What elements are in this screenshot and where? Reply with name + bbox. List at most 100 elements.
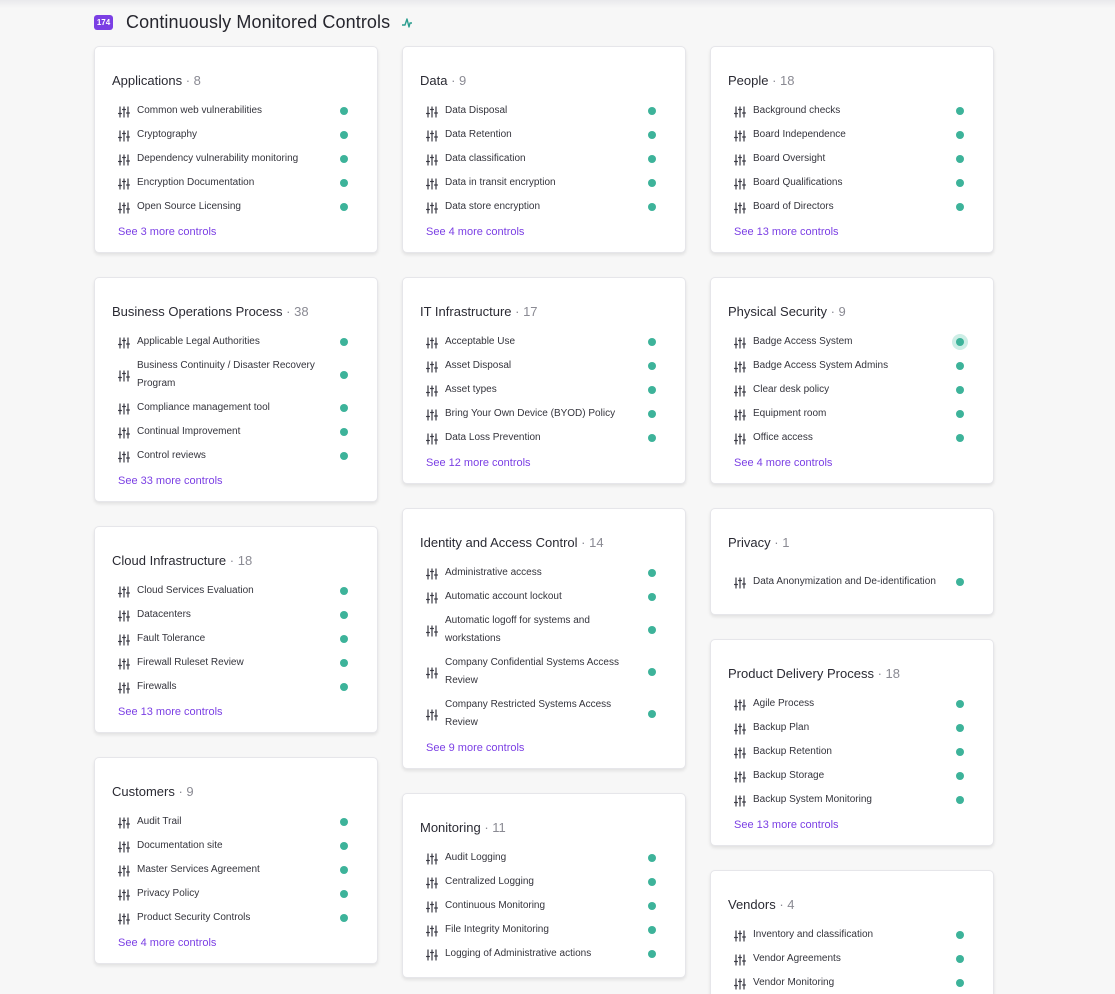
control-row[interactable]: Agile Process	[711, 692, 993, 716]
card-title: Monitoring · 11	[403, 819, 685, 837]
control-row[interactable]: Compliance management tool	[95, 396, 377, 420]
control-row[interactable]: Administrative access	[403, 561, 685, 585]
category-name: Physical Security	[728, 304, 827, 319]
control-name: Badge Access System	[753, 336, 853, 347]
control-name: Badge Access System Admins	[753, 360, 889, 371]
control-row[interactable]: Applicable Legal Authorities	[95, 330, 377, 354]
control-row[interactable]: Automatic account lockout	[403, 585, 685, 609]
see-more-controls-link[interactable]: See 13 more controls	[711, 816, 993, 834]
control-row[interactable]: Backup Plan	[711, 716, 993, 740]
sliders-icon	[426, 153, 438, 166]
control-row[interactable]: Automatic logoff for systems and worksta…	[403, 609, 685, 651]
control-row[interactable]: Board of Directors	[711, 195, 993, 219]
control-name: Documentation site	[137, 840, 223, 851]
see-more-controls-link[interactable]: See 3 more controls	[95, 223, 377, 241]
control-row[interactable]: Data store encryption	[403, 195, 685, 219]
control-row[interactable]: File Integrity Monitoring	[403, 918, 685, 942]
control-row[interactable]: Open Source Licensing	[95, 195, 377, 219]
control-row[interactable]: Control reviews	[95, 444, 377, 468]
control-row[interactable]: Bring Your Own Device (BYOD) Policy	[403, 402, 685, 426]
control-row[interactable]: Audit Trail	[95, 810, 377, 834]
control-row[interactable]: Badge Access System	[711, 330, 993, 354]
see-more-controls-link[interactable]: See 4 more controls	[403, 223, 685, 241]
control-name: Audit Logging	[445, 852, 507, 863]
control-row[interactable]: Audit Logging	[403, 846, 685, 870]
control-row[interactable]: Vendor Monitoring	[711, 971, 993, 994]
control-count: · 8	[185, 73, 201, 88]
control-row[interactable]: Backup Retention	[711, 740, 993, 764]
see-more-controls-link[interactable]: See 33 more controls	[95, 472, 377, 490]
control-row[interactable]: Datacenters	[95, 603, 377, 627]
control-row[interactable]: Equipment room	[711, 402, 993, 426]
control-row[interactable]: Continuous Monitoring	[403, 894, 685, 918]
control-count: · 9	[830, 304, 846, 319]
control-row[interactable]: Firewall Ruleset Review	[95, 651, 377, 675]
category-name: Identity and Access Control	[420, 535, 578, 550]
control-row[interactable]: Continual Improvement	[95, 420, 377, 444]
status-dot-icon	[956, 772, 964, 780]
sliders-icon	[426, 666, 438, 679]
control-row[interactable]: Data Anonymization and De-identification	[711, 561, 993, 603]
control-row[interactable]: Master Services Agreement	[95, 858, 377, 882]
control-row[interactable]: Encryption Documentation	[95, 171, 377, 195]
control-count: · 17	[515, 304, 538, 319]
control-row[interactable]: Business Continuity / Disaster Recovery …	[95, 354, 377, 396]
control-row[interactable]: Cryptography	[95, 123, 377, 147]
see-more-controls-link[interactable]: See 13 more controls	[95, 703, 377, 721]
sliders-icon	[118, 912, 130, 925]
control-row[interactable]: Data Disposal	[403, 99, 685, 123]
see-more-controls-link[interactable]: See 4 more controls	[711, 454, 993, 472]
control-name: Data in transit encryption	[445, 177, 556, 188]
see-more-controls-link[interactable]: See 12 more controls	[403, 454, 685, 472]
control-row[interactable]: Vendor Agreements	[711, 947, 993, 971]
control-row[interactable]: Company Restricted Systems Access Review	[403, 693, 685, 735]
card-title: Applications · 8	[95, 72, 377, 90]
control-row[interactable]: Board Qualifications	[711, 171, 993, 195]
control-row[interactable]: Common web vulnerabilities	[95, 99, 377, 123]
control-row[interactable]: Centralized Logging	[403, 870, 685, 894]
control-row[interactable]: Badge Access System Admins	[711, 354, 993, 378]
control-row[interactable]: Backup System Monitoring	[711, 788, 993, 812]
control-row[interactable]: Board Oversight	[711, 147, 993, 171]
control-row[interactable]: Data Retention	[403, 123, 685, 147]
control-row[interactable]: Cloud Services Evaluation	[95, 579, 377, 603]
card-title: Vendors · 4	[711, 896, 993, 914]
sliders-icon	[118, 657, 130, 670]
control-row[interactable]: Inventory and classification	[711, 923, 993, 947]
control-row[interactable]: Acceptable Use	[403, 330, 685, 354]
control-name: Logging of Administrative actions	[445, 948, 592, 959]
control-row[interactable]: Data Loss Prevention	[403, 426, 685, 450]
control-row[interactable]: Logging of Administrative actions	[403, 942, 685, 966]
control-row[interactable]: Privacy Policy	[95, 882, 377, 906]
control-name: Master Services Agreement	[137, 864, 260, 875]
see-more-controls-link[interactable]: See 13 more controls	[711, 223, 993, 241]
control-row[interactable]: Backup Storage	[711, 764, 993, 788]
column-3: People · 18 Background checks Board Indepe…	[710, 46, 994, 994]
control-row[interactable]: Dependency vulnerability monitoring	[95, 147, 377, 171]
control-row[interactable]: Asset Disposal	[403, 354, 685, 378]
status-dot-icon	[956, 979, 964, 987]
control-row[interactable]: Fault Tolerance	[95, 627, 377, 651]
sliders-icon	[118, 633, 130, 646]
control-row[interactable]: Firewalls	[95, 675, 377, 699]
control-row[interactable]: Asset types	[403, 378, 685, 402]
control-row[interactable]: Product Security Controls	[95, 906, 377, 930]
control-row[interactable]: Office access	[711, 426, 993, 450]
status-dot-icon	[340, 155, 348, 163]
control-name: Background checks	[753, 105, 841, 116]
control-row[interactable]: Data in transit encryption	[403, 171, 685, 195]
control-row[interactable]: Background checks	[711, 99, 993, 123]
control-row[interactable]: Board Independence	[711, 123, 993, 147]
control-name: Board Oversight	[753, 153, 826, 164]
control-row[interactable]: Data classification	[403, 147, 685, 171]
control-row[interactable]: Documentation site	[95, 834, 377, 858]
sliders-icon	[734, 201, 746, 214]
sliders-icon	[118, 177, 130, 190]
see-more-controls-link[interactable]: See 4 more controls	[95, 934, 377, 952]
status-dot-icon	[340, 866, 348, 874]
control-row[interactable]: Clear desk policy	[711, 378, 993, 402]
sliders-icon	[118, 609, 130, 622]
see-more-controls-link[interactable]: See 9 more controls	[403, 739, 685, 757]
category-card-cloud-infrastructure: Cloud Infrastructure · 18 Cloud Services …	[94, 526, 378, 733]
control-row[interactable]: Company Confidential Systems Access Revi…	[403, 651, 685, 693]
